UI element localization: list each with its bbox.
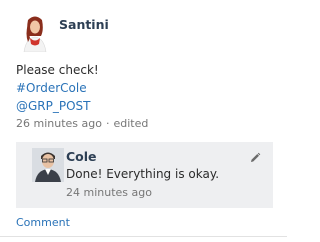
post-timestamp: 26 minutes ago bbox=[16, 117, 102, 130]
post-card: Santini Please check! #OrderCole @GRP_PO… bbox=[0, 0, 287, 242]
edited-label: edited bbox=[113, 117, 149, 130]
post-meta: 26 minutes ago · edited bbox=[16, 117, 148, 130]
reply-card: Cole Done! Everything is okay. 24 minute… bbox=[16, 142, 273, 208]
reply-avatar[interactable] bbox=[32, 148, 64, 182]
pencil-icon[interactable] bbox=[249, 152, 261, 164]
author-name[interactable]: Santini bbox=[59, 17, 109, 32]
hashtag-link[interactable]: #OrderCole bbox=[16, 79, 99, 97]
reply-message: Done! Everything is okay. bbox=[66, 167, 220, 181]
post-body: Please check! #OrderCole @GRP_POST bbox=[16, 61, 99, 115]
reply-author-name[interactable]: Cole bbox=[66, 149, 97, 164]
comment-button[interactable]: Comment bbox=[16, 216, 70, 229]
post-message: Please check! bbox=[16, 63, 99, 77]
mention-link[interactable]: @GRP_POST bbox=[16, 97, 99, 115]
divider bbox=[0, 236, 287, 237]
author-avatar[interactable] bbox=[16, 14, 54, 52]
reply-timestamp: 24 minutes ago bbox=[66, 186, 152, 199]
meta-separator: · bbox=[105, 117, 110, 130]
